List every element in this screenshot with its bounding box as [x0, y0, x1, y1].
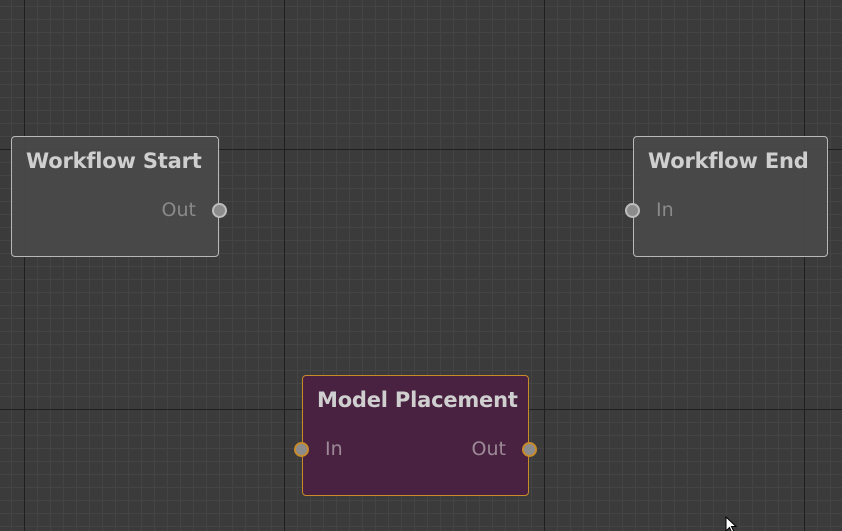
port-label-out: Out: [471, 438, 506, 460]
node-title: Model Placement: [317, 388, 518, 412]
node-workflow-start[interactable]: Workflow Start Out: [11, 136, 227, 257]
port-label-in: In: [325, 438, 343, 460]
node-graph-canvas[interactable]: Workflow Start Out Workflow End In Model…: [0, 0, 842, 531]
mouse-pointer-icon: [725, 516, 738, 531]
output-port[interactable]: [522, 442, 537, 457]
node-model-placement[interactable]: Model Placement In Out: [294, 375, 537, 496]
node-title: Workflow End: [648, 149, 809, 173]
port-label-in: In: [656, 199, 674, 221]
node-workflow-end[interactable]: Workflow End In: [625, 136, 828, 257]
input-port[interactable]: [294, 442, 309, 457]
port-label-out: Out: [161, 199, 196, 221]
input-port[interactable]: [625, 203, 640, 218]
output-port[interactable]: [212, 203, 227, 218]
node-title: Workflow Start: [26, 149, 202, 173]
